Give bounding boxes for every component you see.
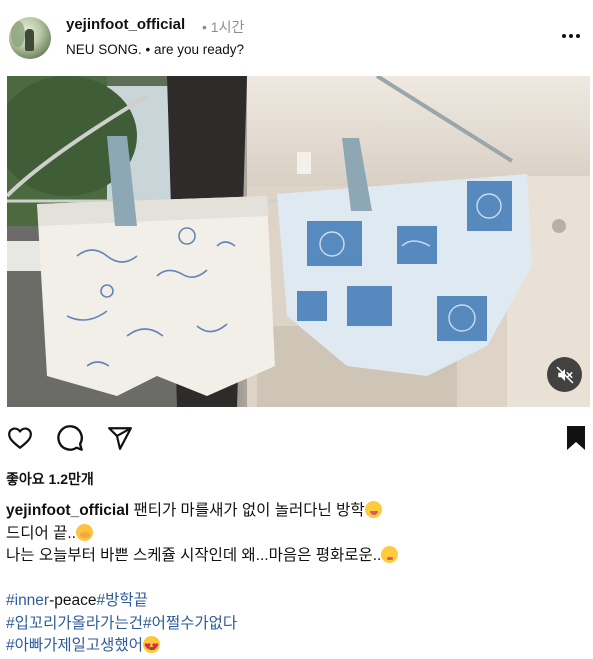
more-dot	[576, 34, 580, 38]
avatar-figure	[25, 29, 34, 51]
video-frame	[7, 76, 590, 407]
comment-button[interactable]	[54, 422, 86, 454]
avatar[interactable]	[9, 17, 51, 59]
post-caption: yejinfoot_official 팬티가 마를새가 없이 놀러다닌 방학 드…	[6, 500, 586, 659]
caption-username[interactable]: yejinfoot_official	[6, 502, 129, 519]
caption-text-3: 나는 오늘부터 바쁜 스케쥴 시작인데 왜...마음은 평화로운..	[6, 547, 382, 564]
caption-line-2: 드디어 끝..	[6, 523, 586, 546]
likes-count[interactable]: 좋아요 1.2만개	[6, 469, 94, 489]
save-button[interactable]	[560, 422, 592, 454]
caption-line-1: yejinfoot_official 팬티가 마를새가 없이 놀러다닌 방학	[6, 500, 586, 523]
post-video[interactable]	[7, 76, 590, 407]
post-subtitle[interactable]: NEU SONG. • are you ready?	[66, 42, 244, 57]
relieved-face-emoji-icon	[381, 546, 399, 563]
mute-button[interactable]	[547, 357, 582, 392]
avatar-tree	[11, 21, 25, 47]
caption-hashtags-3: #아빠가제일고생했어	[6, 635, 586, 659]
more-options-button[interactable]	[557, 24, 585, 48]
yawning-face-emoji-icon	[75, 523, 93, 541]
post-header: yejinfoot_official • 1시간 NEU SONG. • are…	[0, 0, 593, 76]
comment-icon	[57, 425, 83, 451]
time-separator: •	[202, 19, 207, 35]
hashtag-dad[interactable]: #아빠가제일고생했어	[6, 637, 143, 654]
speaker-muted-icon	[556, 366, 573, 383]
like-button[interactable]	[4, 422, 36, 454]
time-label: 1시간	[210, 19, 245, 35]
caption-line-3: 나는 오늘부터 바쁜 스케쥴 시작인데 왜...마음은 평화로운..	[6, 545, 586, 568]
hashtag-cant-help[interactable]: #어쩔수가없다	[143, 615, 237, 632]
send-icon	[108, 427, 132, 450]
hashtag-vacation-end[interactable]: #방학끝	[97, 592, 148, 609]
hashtag-smile[interactable]: #입꼬리가올라가는건	[6, 615, 143, 632]
more-dot	[569, 34, 573, 38]
post-time: • 1시간	[202, 17, 244, 37]
post-actions	[0, 418, 593, 458]
heart-icon	[8, 427, 32, 449]
caption-text-2: 드디어 끝..	[6, 524, 76, 542]
bookmark-icon	[567, 426, 585, 450]
caption-text-1: 팬티가 마를새가 없이 놀러다닌 방학	[133, 502, 365, 519]
winking-face-emoji-icon	[364, 501, 382, 518]
more-horizontal-icon	[562, 34, 566, 38]
hashtag-inner[interactable]: #inner	[6, 592, 49, 609]
hashtag-inner-rest: -peace	[49, 592, 97, 609]
heart-eyes-emoji-icon	[142, 636, 160, 659]
post-username[interactable]: yejinfoot_official	[66, 16, 185, 33]
caption-hashtags-1: #inner-peace#방학끝	[6, 590, 586, 613]
share-button[interactable]	[104, 422, 136, 454]
caption-hashtags-2: #입꼬리가올라가는건#어쩔수가없다	[6, 613, 586, 636]
